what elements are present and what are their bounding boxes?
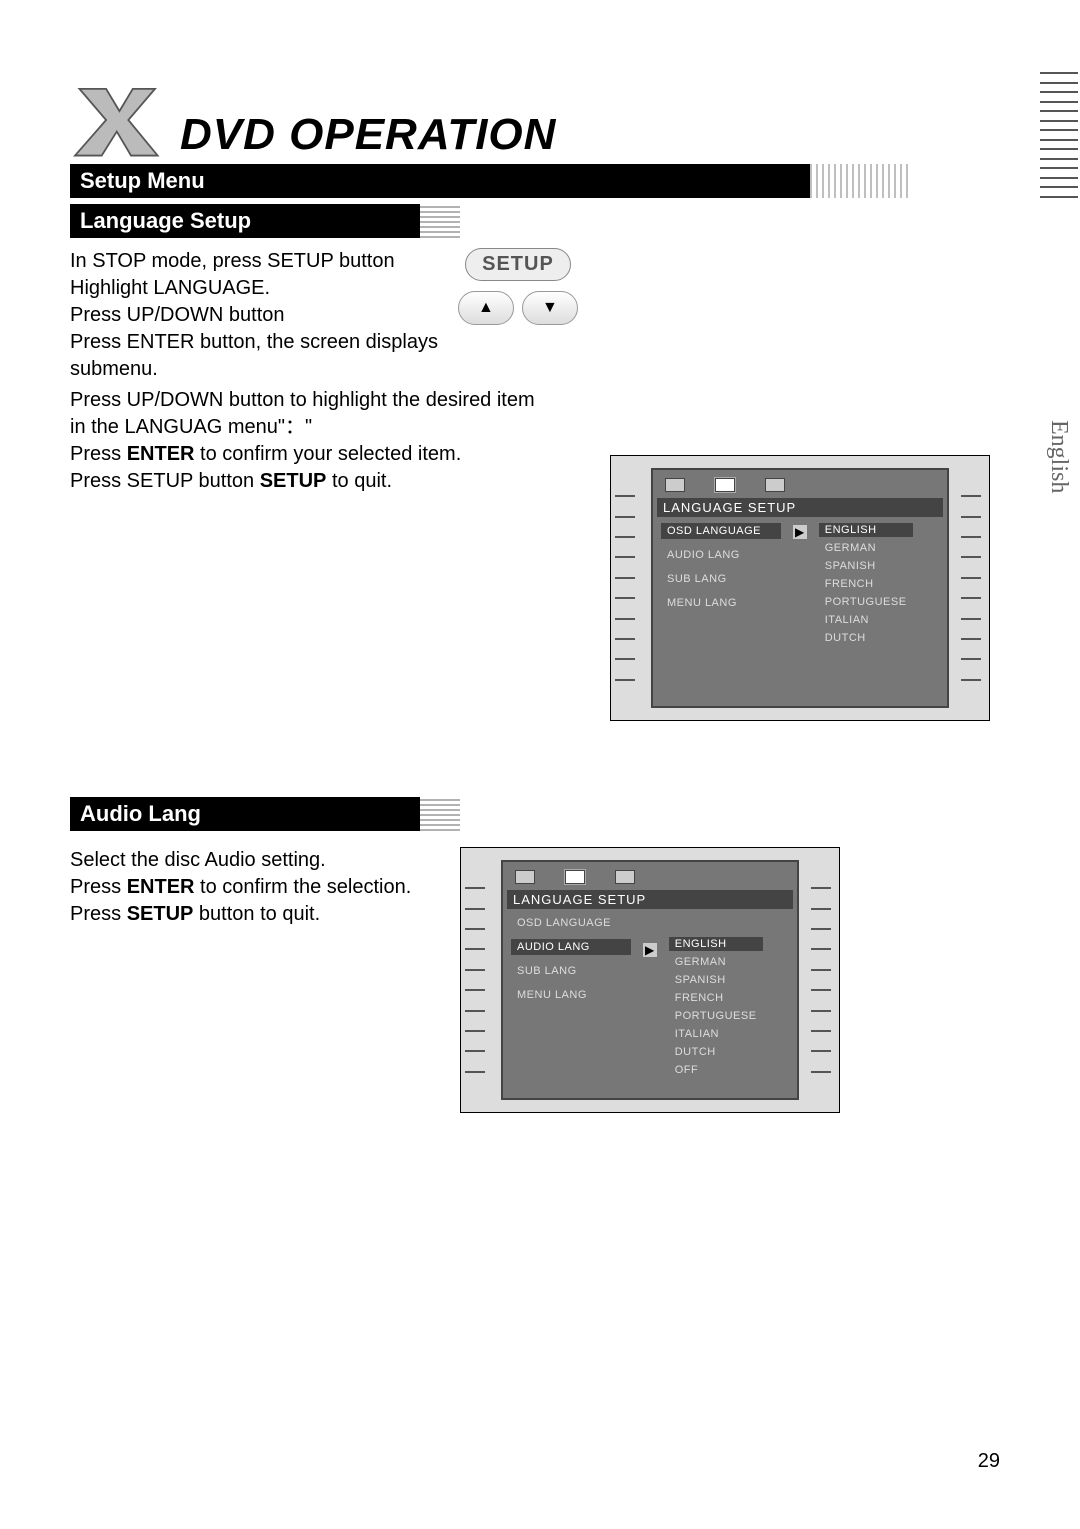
osd-left-item: MENU LANG	[661, 595, 781, 611]
page-title: DVD OPERATION	[180, 110, 556, 160]
osd-left-item: OSD LANGUAGE	[511, 915, 631, 931]
osd-right-option: PORTUGUESE	[819, 595, 913, 609]
osd-title: LANGUAGE SETUP	[507, 890, 793, 909]
osd-tab-icon	[515, 870, 535, 884]
osd-right-dashes	[961, 486, 985, 690]
text: to confirm your selected item.	[194, 443, 461, 465]
text: to confirm the selection.	[194, 876, 411, 898]
osd-tab-icon	[665, 478, 685, 492]
instr-line: Highlight LANGUAGE.	[70, 275, 438, 302]
osd-right-arrow-icon: ▶	[793, 525, 807, 539]
osd-right-option: ENGLISH	[819, 523, 913, 537]
osd-right-option: ITALIAN	[669, 1027, 763, 1041]
section1-body: In STOP mode, press SETUP button Highlig…	[70, 248, 1010, 383]
instr-line: Press UP/DOWN button	[70, 302, 438, 329]
osd-right-option: GERMAN	[669, 955, 763, 969]
osd-tab-icon	[765, 478, 785, 492]
side-tab-english: English	[1045, 420, 1072, 493]
osd-right-option: GERMAN	[819, 541, 913, 555]
osd-screenshot-2: LANGUAGE SETUP OSD LANGUAGE AUDIO LANG SUB…	[460, 847, 840, 1113]
thumb-index	[1040, 70, 1080, 200]
section2-instructions: Select the disc Audio setting. Press ENT…	[70, 847, 430, 928]
osd-left-item: SUB LANG	[661, 571, 781, 587]
manual-page: English DVD OPERATION Setup Menu Languag…	[0, 0, 1080, 1529]
setup-bold: SETUP	[260, 470, 327, 492]
osd-menu-left: OSD LANGUAGE AUDIO LANG SUB LANG MENU LANG	[661, 523, 781, 645]
remote-buttons-illustration: SETUP ▲ ▼	[458, 248, 578, 325]
enter-bold: ENTER	[127, 443, 195, 465]
osd-title: LANGUAGE SETUP	[657, 498, 943, 517]
osd-screenshot-1: LANGUAGE SETUP OSD LANGUAGE AUDIO LANG SUB…	[610, 455, 990, 721]
osd-menu-right: ENGLISH GERMAN SPANISH FRENCH PORTUGUESE ITAL…	[819, 523, 913, 645]
text: to quit.	[326, 470, 392, 492]
thumb-index-lines	[1040, 70, 1080, 200]
osd-left-item: AUDIO LANG	[511, 939, 631, 955]
section-heading-language-setup: Language Setup	[70, 204, 420, 238]
setup-bold: SETUP	[127, 903, 194, 925]
section2-body: Select the disc Audio setting. Press ENT…	[70, 847, 1010, 1113]
osd-right-dashes	[811, 878, 835, 1082]
enter-bold: ENTER	[127, 876, 195, 898]
section-heading-label: Audio Lang	[80, 801, 201, 826]
section1-instructions: In STOP mode, press SETUP button Highlig…	[70, 248, 438, 383]
osd-inner: LANGUAGE SETUP OSD LANGUAGE AUDIO LANG SUB…	[651, 468, 949, 708]
osd-right-option: ITALIAN	[819, 613, 913, 627]
osd-menu-right: ENGLISH GERMAN SPANISH FRENCH PORTUGUESE ITAL…	[669, 937, 763, 1077]
instr-line: in the LANGUAG menu"："	[70, 414, 790, 441]
text: Press	[70, 876, 127, 898]
osd-tab-icon	[615, 870, 635, 884]
osd-right-option: DUTCH	[669, 1045, 763, 1059]
down-arrow-icon: ▼	[522, 291, 578, 325]
text: Press	[70, 903, 127, 925]
text: Press SETUP button	[70, 470, 260, 492]
arrow-buttons-row: ▲ ▼	[458, 291, 578, 325]
instr-line: submenu.	[70, 356, 438, 383]
osd-left-dashes	[615, 486, 639, 690]
osd-tab-icons	[511, 868, 789, 890]
osd-left-item: AUDIO LANG	[661, 547, 781, 563]
osd-menu-left: OSD LANGUAGE AUDIO LANG SUB LANG MENU LANG	[511, 915, 631, 1077]
osd-right-option: DUTCH	[819, 631, 913, 645]
osd-right-option: SPANISH	[669, 973, 763, 987]
section-heading-audio-lang: Audio Lang	[70, 797, 420, 831]
setup-menu-bar: Setup Menu	[70, 164, 810, 198]
osd-right-option: SPANISH	[819, 559, 913, 573]
osd-left-item: SUB LANG	[511, 963, 631, 979]
instr-line: In STOP mode, press SETUP button	[70, 248, 438, 275]
instr-line: Press ENTER to confirm the selection.	[70, 874, 430, 901]
brand-logo-x-icon	[70, 80, 160, 160]
osd-left-item: OSD LANGUAGE	[661, 523, 781, 539]
instr-line: Press UP/DOWN button to highlight the de…	[70, 387, 790, 414]
osd-right-option: FRENCH	[819, 577, 913, 591]
osd-tab-icon-selected	[715, 478, 735, 492]
osd-right-option: ENGLISH	[669, 937, 763, 951]
osd-right-arrow-icon: ▶	[643, 943, 657, 957]
setup-button-illustration: SETUP	[465, 248, 571, 281]
osd-right-option: PORTUGUESE	[669, 1009, 763, 1023]
osd-tab-icons	[661, 476, 939, 498]
up-arrow-icon: ▲	[458, 291, 514, 325]
instr-line: Press ENTER button, the screen displays	[70, 329, 438, 356]
section-heading-label: Language Setup	[80, 208, 251, 233]
text: button to quit.	[193, 903, 320, 925]
instr-line: Press SETUP button to quit.	[70, 901, 430, 928]
osd-columns: OSD LANGUAGEAUDIO LANGSUB LANGMENU LANG …	[511, 915, 789, 1077]
osd-left-dashes	[465, 878, 489, 1082]
text: Press	[70, 443, 127, 465]
page-number: 29	[978, 1450, 1000, 1473]
osd-tab-icon-selected	[565, 870, 585, 884]
osd-right-option: OFF	[669, 1063, 763, 1077]
instr-line: Select the disc Audio setting.	[70, 847, 430, 874]
osd-right-option: FRENCH	[669, 991, 763, 1005]
osd-inner: LANGUAGE SETUP OSD LANGUAGE AUDIO LANG SUB…	[501, 860, 799, 1100]
page-header: DVD OPERATION	[70, 80, 1010, 160]
setup-menu-label: Setup Menu	[80, 168, 205, 193]
osd-columns: OSD LANGUAGEAUDIO LANGSUB LANGMENU LANG …	[661, 523, 939, 645]
osd-left-item: MENU LANG	[511, 987, 631, 1003]
